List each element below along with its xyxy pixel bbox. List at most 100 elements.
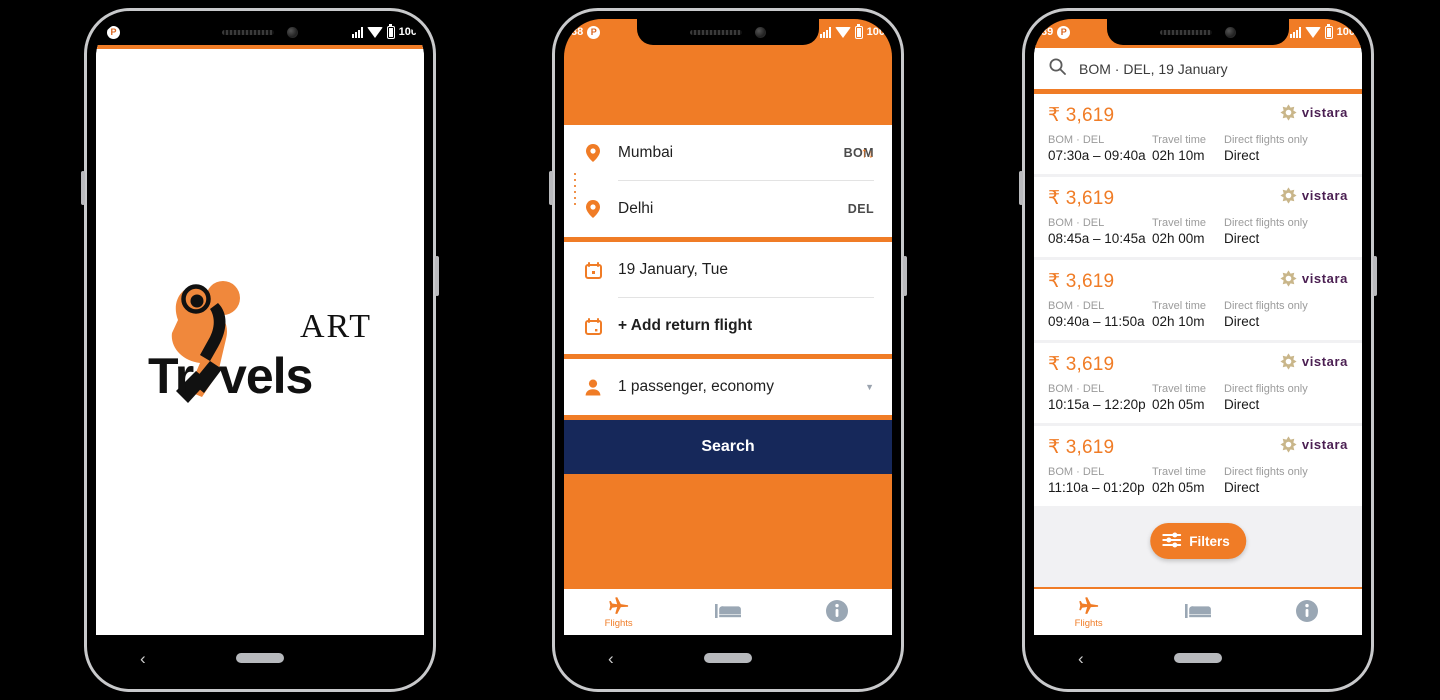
- front-camera-icon: [1225, 26, 1236, 38]
- battery-icon: [1324, 23, 1333, 39]
- header-spacer: [564, 45, 892, 125]
- flight-price: ₹ 3,619: [1048, 271, 1115, 292]
- home-indicator[interactable]: [1174, 653, 1222, 663]
- volume-button[interactable]: [1019, 171, 1023, 205]
- flight-duration: 02h 05m: [1152, 397, 1205, 412]
- status-time: 39: [1041, 26, 1054, 38]
- route-label: BOM · DEL: [1048, 300, 1105, 312]
- flight-stops: Direct: [1224, 148, 1260, 163]
- flight-results-list[interactable]: ₹ 3,619 vistara BOM · DEL 07:30a – 09:40a Tr…: [1034, 94, 1362, 587]
- passengers-label: 1 passenger, economy: [618, 378, 774, 395]
- power-button[interactable]: [435, 256, 439, 296]
- stops-label: Direct flights only: [1224, 466, 1308, 478]
- power-button[interactable]: [903, 256, 907, 296]
- calendar-icon: [582, 261, 604, 279]
- flight-price: ₹ 3,619: [1048, 437, 1115, 458]
- vistara-star-icon: [1280, 436, 1297, 453]
- flight-result-card[interactable]: ₹ 3,619 vistara BOM · DEL 08:45a – 10:45a Tr…: [1034, 177, 1362, 257]
- route-column: BOM · DEL 08:45a – 10:45a: [1048, 217, 1152, 246]
- stops-label: Direct flights only: [1224, 300, 1308, 312]
- tab-hotels[interactable]: [673, 602, 782, 622]
- airplane-icon: [1079, 596, 1099, 614]
- battery-percent: 100: [1336, 26, 1355, 38]
- front-camera-icon: [755, 26, 766, 38]
- wifi-icon: [834, 26, 851, 38]
- tab-info[interactable]: [783, 600, 892, 624]
- phone2-notch: [637, 19, 819, 45]
- route-card: Mumbai BOM ↑↓ Delhi DEL: [564, 125, 892, 237]
- home-indicator[interactable]: [236, 653, 284, 663]
- airline-name: vistara: [1301, 437, 1348, 452]
- phone-mockup-search: 38 P 100 Mumbai BOM ↑↓ Delhi DEL 19 Janu…: [549, 8, 907, 692]
- route-label: BOM · DEL: [1048, 217, 1105, 229]
- vistara-star-icon: [1280, 270, 1297, 287]
- departure-date-field[interactable]: 19 January, Tue: [582, 242, 874, 298]
- signal-icon: [1289, 26, 1301, 38]
- logo-travels-text: Tr vels: [148, 348, 312, 404]
- flight-result-card[interactable]: ₹ 3,619 vistara BOM · DEL 10:15a – 12:20p Tr…: [1034, 343, 1362, 423]
- flight-stops: Direct: [1224, 231, 1260, 246]
- splash-content: ART Tr vels: [96, 45, 424, 635]
- search-header[interactable]: BOM · DEL, 19 January: [1034, 45, 1362, 89]
- tab-flights[interactable]: Flights: [1034, 596, 1143, 629]
- duration-column: Travel time 02h 00m: [1152, 217, 1224, 246]
- phone1-notch: [169, 19, 351, 45]
- route-label: BOM · DEL: [1048, 134, 1105, 146]
- flight-times: 11:10a – 01:20p: [1048, 480, 1145, 495]
- filters-button-label: Filters: [1189, 533, 1230, 549]
- flight-result-card[interactable]: ₹ 3,619 vistara BOM · DEL 09:40a – 11:50a Tr…: [1034, 260, 1362, 340]
- battery-percent: 100: [866, 26, 885, 38]
- stops-column: Direct flights only Direct: [1224, 300, 1348, 329]
- tune-sliders-icon: [1162, 531, 1182, 551]
- earpiece-speaker-icon: [690, 29, 742, 35]
- info-icon: [826, 600, 849, 622]
- search-icon: [1049, 58, 1066, 80]
- flight-stops: Direct: [1224, 314, 1260, 329]
- airline-name: vistara: [1301, 271, 1348, 286]
- hotel-bed-icon: [1184, 604, 1211, 618]
- power-button[interactable]: [1373, 256, 1377, 296]
- carrier-badge-icon: P: [107, 25, 120, 39]
- flight-duration: 02h 05m: [1152, 480, 1205, 495]
- hotel-bed-icon: [714, 604, 741, 618]
- vistara-star-icon: [1280, 353, 1297, 370]
- home-indicator[interactable]: [704, 653, 752, 663]
- location-pin-icon: [582, 144, 604, 162]
- flight-result-card[interactable]: ₹ 3,619 vistara BOM · DEL 11:10a – 01:20p Tr…: [1034, 426, 1362, 506]
- chevron-down-icon[interactable]: ▼: [865, 382, 874, 392]
- flight-result-card[interactable]: ₹ 3,619 vistara BOM · DEL 07:30a – 09:40a Tr…: [1034, 94, 1362, 174]
- filters-button[interactable]: Filters: [1150, 523, 1246, 559]
- add-return-flight-field[interactable]: + Add return flight: [582, 298, 874, 354]
- splash-top-accent: [96, 45, 424, 49]
- volume-button[interactable]: [81, 171, 85, 205]
- person-icon: [582, 379, 604, 396]
- carrier-badge-icon: P: [587, 25, 601, 39]
- tab-info[interactable]: [1253, 600, 1362, 624]
- airline-logo: vistara: [1280, 270, 1348, 287]
- flight-times: 07:30a – 09:40a: [1048, 148, 1146, 163]
- location-pin-icon: [582, 200, 604, 218]
- airline-name: vistara: [1301, 354, 1348, 369]
- tab-flights-label: Flights: [604, 617, 633, 629]
- airline-logo: vistara: [1280, 353, 1348, 370]
- tab-flights[interactable]: Flights: [564, 596, 673, 629]
- stops-column: Direct flights only Direct: [1224, 217, 1348, 246]
- travel-time-label: Travel time: [1152, 383, 1206, 395]
- airline-name: vistara: [1301, 105, 1348, 120]
- route-column: BOM · DEL 11:10a – 01:20p: [1048, 466, 1152, 495]
- system-back-button[interactable]: ‹: [140, 650, 146, 667]
- volume-button[interactable]: [549, 171, 553, 205]
- search-button[interactable]: Search: [564, 420, 892, 474]
- info-icon: [1296, 600, 1319, 622]
- system-back-button[interactable]: ‹: [1078, 650, 1084, 667]
- swap-vertical-icon[interactable]: ↑↓: [861, 146, 875, 160]
- passengers-field[interactable]: 1 passenger, economy ▼: [582, 359, 874, 415]
- origin-city: Mumbai: [618, 144, 674, 161]
- system-back-button[interactable]: ‹: [608, 650, 614, 667]
- wifi-icon: [1304, 26, 1321, 38]
- battery-percent: 100: [398, 26, 417, 38]
- tab-hotels[interactable]: [1143, 602, 1252, 622]
- travel-time-label: Travel time: [1152, 300, 1206, 312]
- destination-field[interactable]: Delhi DEL: [582, 181, 874, 237]
- origin-field[interactable]: Mumbai BOM ↑↓: [582, 125, 874, 181]
